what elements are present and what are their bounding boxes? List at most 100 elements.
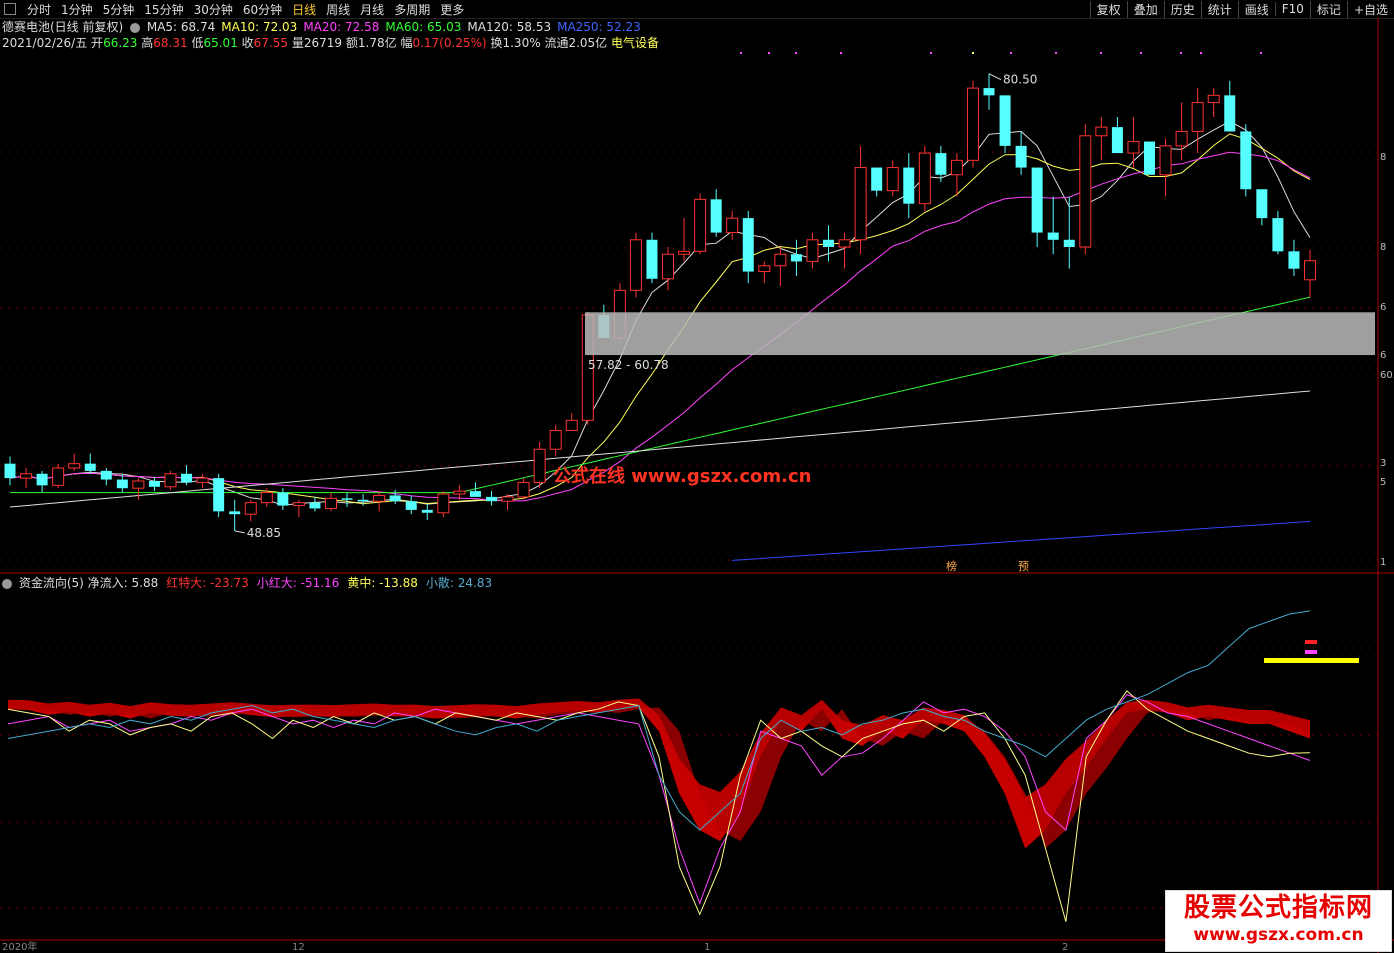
top-dot-9 — [1180, 52, 1182, 54]
x-label-3: 2 — [1062, 942, 1068, 953]
high-marker-label: 80.50 — [1003, 73, 1037, 87]
indicator-item-1: 红特大: -23.73 — [166, 576, 249, 590]
top-dot-8 — [1140, 52, 1142, 54]
price-tick-0: 8 — [1380, 152, 1386, 163]
indicator-item-0: 净流入: 5.88 — [87, 576, 159, 590]
candle-body-0 — [4, 463, 16, 479]
range-box — [585, 312, 1375, 356]
candle-body-60 — [966, 87, 979, 161]
candle-body-14 — [229, 511, 241, 515]
top-dot-5 — [1010, 52, 1012, 54]
candle-body-30 — [485, 496, 497, 502]
candle-body-74 — [1191, 102, 1204, 132]
candle-body-48 — [774, 253, 787, 267]
candle-body-62 — [999, 95, 1011, 146]
candle-body-78 — [1256, 189, 1268, 219]
candle-body-4 — [68, 463, 81, 469]
candle-body-29 — [469, 491, 481, 497]
x-label-1: 12 — [292, 942, 305, 953]
candle-body-68 — [1095, 126, 1108, 137]
candle-body-20 — [324, 497, 337, 509]
ma250-line — [732, 520, 1311, 561]
top-dot-1 — [768, 52, 770, 54]
price-tick-6: 5 — [1380, 477, 1386, 488]
top-dot-2 — [795, 52, 797, 54]
candle-body-59 — [950, 159, 963, 176]
candle-body-33 — [533, 448, 546, 483]
candle-body-50 — [806, 239, 819, 262]
candle-body-53 — [854, 167, 867, 241]
candle-body-71 — [1144, 141, 1156, 175]
candle-body-57 — [918, 152, 931, 205]
candle-body-32 — [517, 481, 530, 498]
price-tick-1: 8 — [1380, 242, 1386, 253]
logo-line1: 股票公式指标网 — [1183, 893, 1373, 923]
candle-body-75 — [1207, 94, 1220, 104]
candle-body-21 — [341, 498, 353, 500]
candle-body-3 — [52, 467, 65, 486]
badge-1: 榜 — [946, 559, 957, 573]
indicator-line: 资金流向(5) 净流入: 5.88 红特大: -23.73 小红大: -51.16 黄… — [2, 575, 500, 591]
candle-body-26 — [421, 509, 433, 513]
low-marker-line — [234, 530, 245, 534]
price-tick-2: 6 — [1380, 302, 1386, 313]
candle-body-64 — [1031, 167, 1043, 233]
indicator-name: 资金流向(5) — [18, 576, 84, 590]
candle-body-61 — [983, 88, 995, 96]
candle-body-44 — [710, 199, 722, 233]
candle-body-40 — [646, 239, 658, 279]
candle-body-79 — [1272, 218, 1284, 252]
candle-body-18 — [292, 502, 305, 507]
candle-body-10 — [164, 473, 177, 488]
candle-body-34 — [549, 429, 562, 450]
candle-body-67 — [1079, 135, 1092, 248]
candle-body-55 — [886, 167, 899, 192]
candle-body-43 — [694, 198, 707, 252]
candle-body-41 — [662, 253, 675, 280]
x-label-2: 1 — [704, 942, 710, 953]
candle-body-51 — [823, 239, 835, 247]
candle-body-24 — [389, 495, 401, 502]
x-label-0: 2020年 — [2, 940, 37, 953]
collapse-icon[interactable] — [2, 578, 12, 589]
low-marker-label: 48.85 — [247, 526, 281, 540]
legend-mark-yellow — [1264, 658, 1359, 663]
range-box-label: 57.82 - 60.78 — [588, 358, 669, 372]
candle-body-28 — [453, 490, 466, 495]
candle-body-63 — [1015, 145, 1027, 168]
watermark: 公式在线 www.gszx.com.cn — [553, 466, 812, 487]
candle-body-80 — [1288, 251, 1300, 269]
candle-body-77 — [1240, 131, 1252, 190]
candle-body-35 — [565, 419, 578, 431]
ma120-line — [9, 390, 1311, 508]
candle-body-49 — [790, 254, 802, 262]
top-dot-3 — [840, 52, 842, 54]
candle-body-15 — [244, 502, 257, 515]
candle-body-5 — [84, 463, 96, 471]
candle-body-9 — [148, 481, 160, 487]
candle-body-17 — [277, 492, 289, 506]
candle-body-56 — [903, 167, 915, 204]
candle-body-25 — [405, 501, 417, 510]
candle-body-8 — [132, 480, 145, 489]
candle-body-76 — [1224, 95, 1236, 132]
top-dot-y-0 — [972, 52, 974, 54]
candle-body-46 — [742, 218, 754, 272]
flow-ribbon-bright — [8, 698, 1310, 849]
candle-body-13 — [213, 478, 225, 512]
candle-body-81 — [1304, 260, 1316, 281]
legend-mark-red — [1305, 640, 1317, 644]
price-tick-7: 1 — [1380, 557, 1386, 568]
price-tick-5: 3 — [1380, 458, 1386, 469]
candle-body-39 — [629, 239, 642, 291]
candle-body-73 — [1175, 130, 1188, 147]
high-marker-line — [988, 73, 1002, 81]
candle-body-19 — [309, 502, 321, 509]
candle-body-6 — [100, 470, 112, 480]
candle-body-2 — [36, 473, 48, 486]
top-dot-4 — [930, 52, 932, 54]
candle-body-54 — [871, 167, 883, 191]
candle-body-12 — [196, 477, 209, 483]
candle-body-66 — [1063, 239, 1075, 247]
candle-body-31 — [501, 496, 514, 502]
